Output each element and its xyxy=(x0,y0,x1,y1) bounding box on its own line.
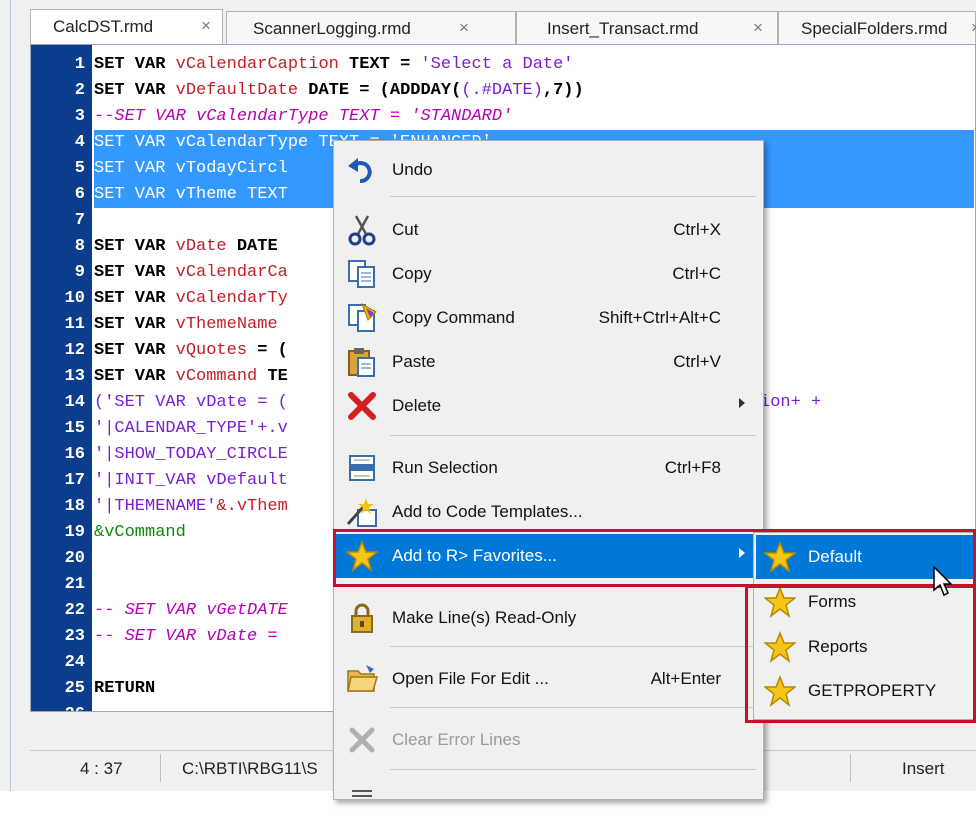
edit-mode: Insert xyxy=(902,759,945,778)
run-selection-icon xyxy=(346,452,378,484)
copy-icon xyxy=(346,258,378,290)
line-number: 25 xyxy=(64,679,85,698)
line-number: 7 xyxy=(74,211,85,230)
line-number: 8 xyxy=(74,237,85,256)
line-number: 17 xyxy=(64,471,85,490)
line-number: 9 xyxy=(74,263,85,282)
cursor-position: 4 : 37 xyxy=(80,759,123,778)
line-number: 4 xyxy=(74,133,85,152)
menu-separator xyxy=(390,435,756,436)
line-number: 23 xyxy=(64,627,85,646)
submenu-arrow-icon xyxy=(739,398,745,408)
line-number: 12 xyxy=(64,341,85,360)
menu-separator xyxy=(390,646,756,647)
shortcut: Shift+Ctrl+Alt+C xyxy=(598,308,721,327)
shortcut: Ctrl+F8 xyxy=(664,458,721,477)
tab-label: Insert_Transact.rmd xyxy=(547,19,699,38)
code-line: SET VAR vCalendarCaption TEXT = 'Select … xyxy=(94,55,574,74)
close-icon[interactable]: × xyxy=(201,16,211,36)
menu-item-copy[interactable]: Copy Ctrl+C xyxy=(336,252,761,296)
line-number: 2 xyxy=(74,81,85,100)
tab-specialfolders[interactable]: SpecialFolders.rmd × xyxy=(778,11,976,44)
menu-item-paste[interactable]: Paste Ctrl+V xyxy=(336,340,761,384)
mouse-pointer-icon xyxy=(933,565,953,598)
tab-insert-transact[interactable]: Insert_Transact.rmd × xyxy=(516,11,778,44)
line-number: 22 xyxy=(64,601,85,620)
close-icon[interactable]: × xyxy=(753,18,763,38)
close-icon[interactable]: × xyxy=(971,18,976,38)
menu-item-undo[interactable]: Undo xyxy=(336,148,761,192)
highlight-box-submenu xyxy=(745,585,976,723)
status-divider xyxy=(850,754,851,782)
menu-separator xyxy=(390,769,756,770)
line-number: 10 xyxy=(64,289,85,308)
close-icon[interactable]: × xyxy=(459,18,469,38)
magic-wand-icon xyxy=(346,496,378,528)
lock-icon xyxy=(346,602,378,634)
shortcut: Alt+Enter xyxy=(650,669,721,688)
code-line: --SET VAR vCalendarType TEXT = 'STANDARD… xyxy=(94,107,513,126)
paste-icon xyxy=(346,346,378,378)
menu-separator xyxy=(390,196,756,197)
menu-item-make-read-only[interactable]: Make Line(s) Read-Only xyxy=(336,596,761,640)
line-number-gutter: 1 2 3 4 5 6 7 8 9 10 11 12 13 14 15 16 1… xyxy=(31,45,92,711)
line-number: 6 xyxy=(74,185,85,204)
menu-separator xyxy=(390,707,756,708)
line-number: 5 xyxy=(74,159,85,178)
menu-item-delete[interactable]: Delete xyxy=(336,384,761,428)
menu-item-add-to-code-templates[interactable]: Add to Code Templates... xyxy=(336,490,761,534)
folder-open-icon xyxy=(346,663,378,695)
highlight-box-favorites xyxy=(333,529,976,587)
clear-icon xyxy=(346,724,378,756)
list-icon xyxy=(346,785,378,817)
tab-scannerlogging[interactable]: ScannerLogging.rmd × xyxy=(226,11,516,44)
shortcut: Ctrl+X xyxy=(673,220,721,239)
menu-item-partial[interactable] xyxy=(336,779,761,823)
menu-item-cut[interactable]: Cut Ctrl+X xyxy=(336,208,761,252)
tab-label: ScannerLogging.rmd xyxy=(253,19,411,38)
shortcut: Ctrl+C xyxy=(672,264,721,283)
copy-command-icon xyxy=(346,302,378,334)
tab-bar: CalcDST.rmd × ScannerLogging.rmd × Inser… xyxy=(30,8,976,44)
line-number: 26 xyxy=(35,702,85,711)
line-number: 1 xyxy=(74,55,85,74)
undo-icon xyxy=(346,154,378,186)
tab-label: SpecialFolders.rmd xyxy=(801,19,948,38)
line-number: 3 xyxy=(74,107,85,126)
line-number: 21 xyxy=(64,575,85,594)
status-divider xyxy=(160,754,161,782)
context-menu: Undo Cut Ctrl+X Copy Ctrl+C Copy Command… xyxy=(333,140,764,800)
line-number: 24 xyxy=(64,653,85,672)
line-number: 11 xyxy=(64,315,85,334)
line-number: 14 xyxy=(64,393,85,412)
line-number: 20 xyxy=(64,549,85,568)
application-window: CalcDST.rmd × ScannerLogging.rmd × Inser… xyxy=(0,0,976,800)
code-line: SET VAR vDefaultDate DATE = (ADDDAY((.#D… xyxy=(94,81,584,100)
menu-item-open-file-for-edit[interactable]: Open File For Edit ... Alt+Enter xyxy=(336,657,761,701)
scissors-icon xyxy=(346,214,378,246)
tab-calcdst[interactable]: CalcDST.rmd × xyxy=(30,9,223,44)
tab-label: CalcDST.rmd xyxy=(53,17,154,36)
file-path: C:\RBTI\RBG11\S xyxy=(182,759,318,778)
shortcut: Ctrl+V xyxy=(673,352,721,371)
menu-item-copy-command[interactable]: Copy Command Shift+Ctrl+Alt+C xyxy=(336,296,761,340)
line-number: 18 xyxy=(64,497,85,516)
line-number: 16 xyxy=(64,445,85,464)
line-number: 19 xyxy=(64,523,85,542)
menu-item-run-selection[interactable]: Run Selection Ctrl+F8 xyxy=(336,446,761,490)
menu-item-clear-error-lines[interactable]: Clear Error Lines xyxy=(336,718,761,762)
line-number: 15 xyxy=(64,419,85,438)
line-number: 13 xyxy=(64,367,85,386)
delete-icon xyxy=(346,390,378,422)
